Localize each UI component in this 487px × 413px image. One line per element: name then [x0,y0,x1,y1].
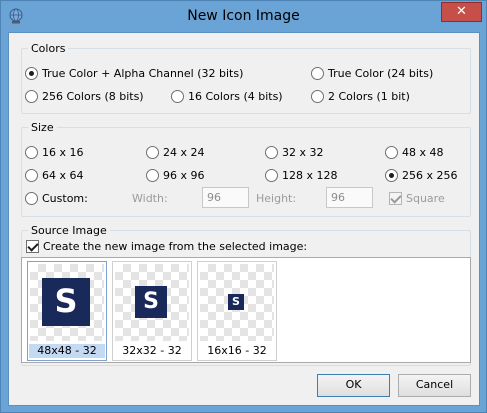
title-bar[interactable]: New Icon Image ✕ [1,1,486,32]
source-image-list[interactable]: S 48x48 - 32 S 32x32 - 32 S 16x16 - 32 [21,257,471,363]
radio-indicator [146,146,159,159]
radio-label: True Color + Alpha Channel (32 bits) [42,67,244,80]
size-option-custom[interactable]: Custom: [25,192,88,205]
s-logo-icon: S [42,278,90,326]
radio-indicator [25,67,38,80]
radio-indicator [25,90,38,103]
source-image-label: 32x32 - 32 [122,344,182,357]
radio-label: 96 x 96 [163,169,205,182]
radio-label: True Color (24 bits) [328,67,434,80]
size-legend: Size [28,121,57,134]
create-from-selected-checkbox[interactable]: Create the new image from the selected i… [26,240,307,253]
radio-indicator [385,146,398,159]
window-title: New Icon Image [187,8,300,24]
color-option-32bit-alpha[interactable]: True Color + Alpha Channel (32 bits) [25,67,243,80]
radio-indicator [385,169,398,182]
radio-indicator [25,169,38,182]
ok-button[interactable]: OK [317,374,390,397]
size-option-64[interactable]: 64 x 64 [25,169,84,182]
radio-indicator [265,146,278,159]
radio-label: 256 Colors (8 bits) [42,90,144,103]
source-image-item-16[interactable]: S 16x16 - 32 [197,261,277,361]
radio-indicator [25,192,38,205]
radio-label: 32 x 32 [282,146,324,159]
height-field[interactable]: 96 [326,187,373,208]
radio-indicator [265,169,278,182]
width-field[interactable]: 96 [202,187,249,208]
size-option-24[interactable]: 24 x 24 [146,146,205,159]
dialog-window: New Icon Image ✕ Colors True Color + Alp… [0,0,487,413]
close-button[interactable]: ✕ [441,2,482,22]
color-option-4bit[interactable]: 16 Colors (4 bits) [171,90,283,103]
radio-label: 256 x 256 [402,169,458,182]
source-image-item-32[interactable]: S 32x32 - 32 [112,261,192,361]
radio-indicator [311,67,324,80]
size-option-32[interactable]: 32 x 32 [265,146,324,159]
source-image-label: 16x16 - 32 [207,344,267,357]
radio-indicator [146,169,159,182]
radio-indicator [311,90,324,103]
size-option-128[interactable]: 128 x 128 [265,169,338,182]
radio-label: 64 x 64 [42,169,84,182]
height-label: Height: [256,192,297,205]
color-option-8bit[interactable]: 256 Colors (8 bits) [25,90,144,103]
size-option-16[interactable]: 16 x 16 [25,146,84,159]
source-image-label: 48x48 - 32 [29,344,105,358]
dialog-client-area: Colors True Color + Alpha Channel (32 bi… [8,32,480,406]
create-checkbox-box [26,240,39,253]
source-image-legend: Source Image [28,224,110,237]
source-image-item-48[interactable]: S 48x48 - 32 [27,261,107,361]
close-icon: ✕ [456,4,467,19]
size-option-96[interactable]: 96 x 96 [146,169,205,182]
radio-label: 16 x 16 [42,146,84,159]
square-checkbox-box [389,192,402,205]
s-logo-icon: S [135,286,167,318]
radio-label: 48 x 48 [402,146,444,159]
radio-label: 128 x 128 [282,169,338,182]
colors-legend: Colors [28,42,69,55]
create-checkbox-label: Create the new image from the selected i… [43,240,308,253]
radio-label: 2 Colors (1 bit) [328,90,410,103]
colors-group: Colors [21,42,471,114]
radio-label: 24 x 24 [163,146,205,159]
color-option-24bit[interactable]: True Color (24 bits) [311,67,433,80]
radio-indicator [171,90,184,103]
square-checkbox[interactable]: Square [389,192,445,205]
radio-indicator [25,146,38,159]
square-label: Square [406,192,445,205]
radio-label: Custom: [42,192,88,205]
width-label: Width: [132,192,168,205]
cancel-button[interactable]: Cancel [398,374,471,397]
s-logo-icon: S [228,294,244,310]
radio-label: 16 Colors (4 bits) [188,90,283,103]
size-option-256[interactable]: 256 x 256 [385,169,458,182]
color-option-1bit[interactable]: 2 Colors (1 bit) [311,90,410,103]
size-option-48[interactable]: 48 x 48 [385,146,444,159]
